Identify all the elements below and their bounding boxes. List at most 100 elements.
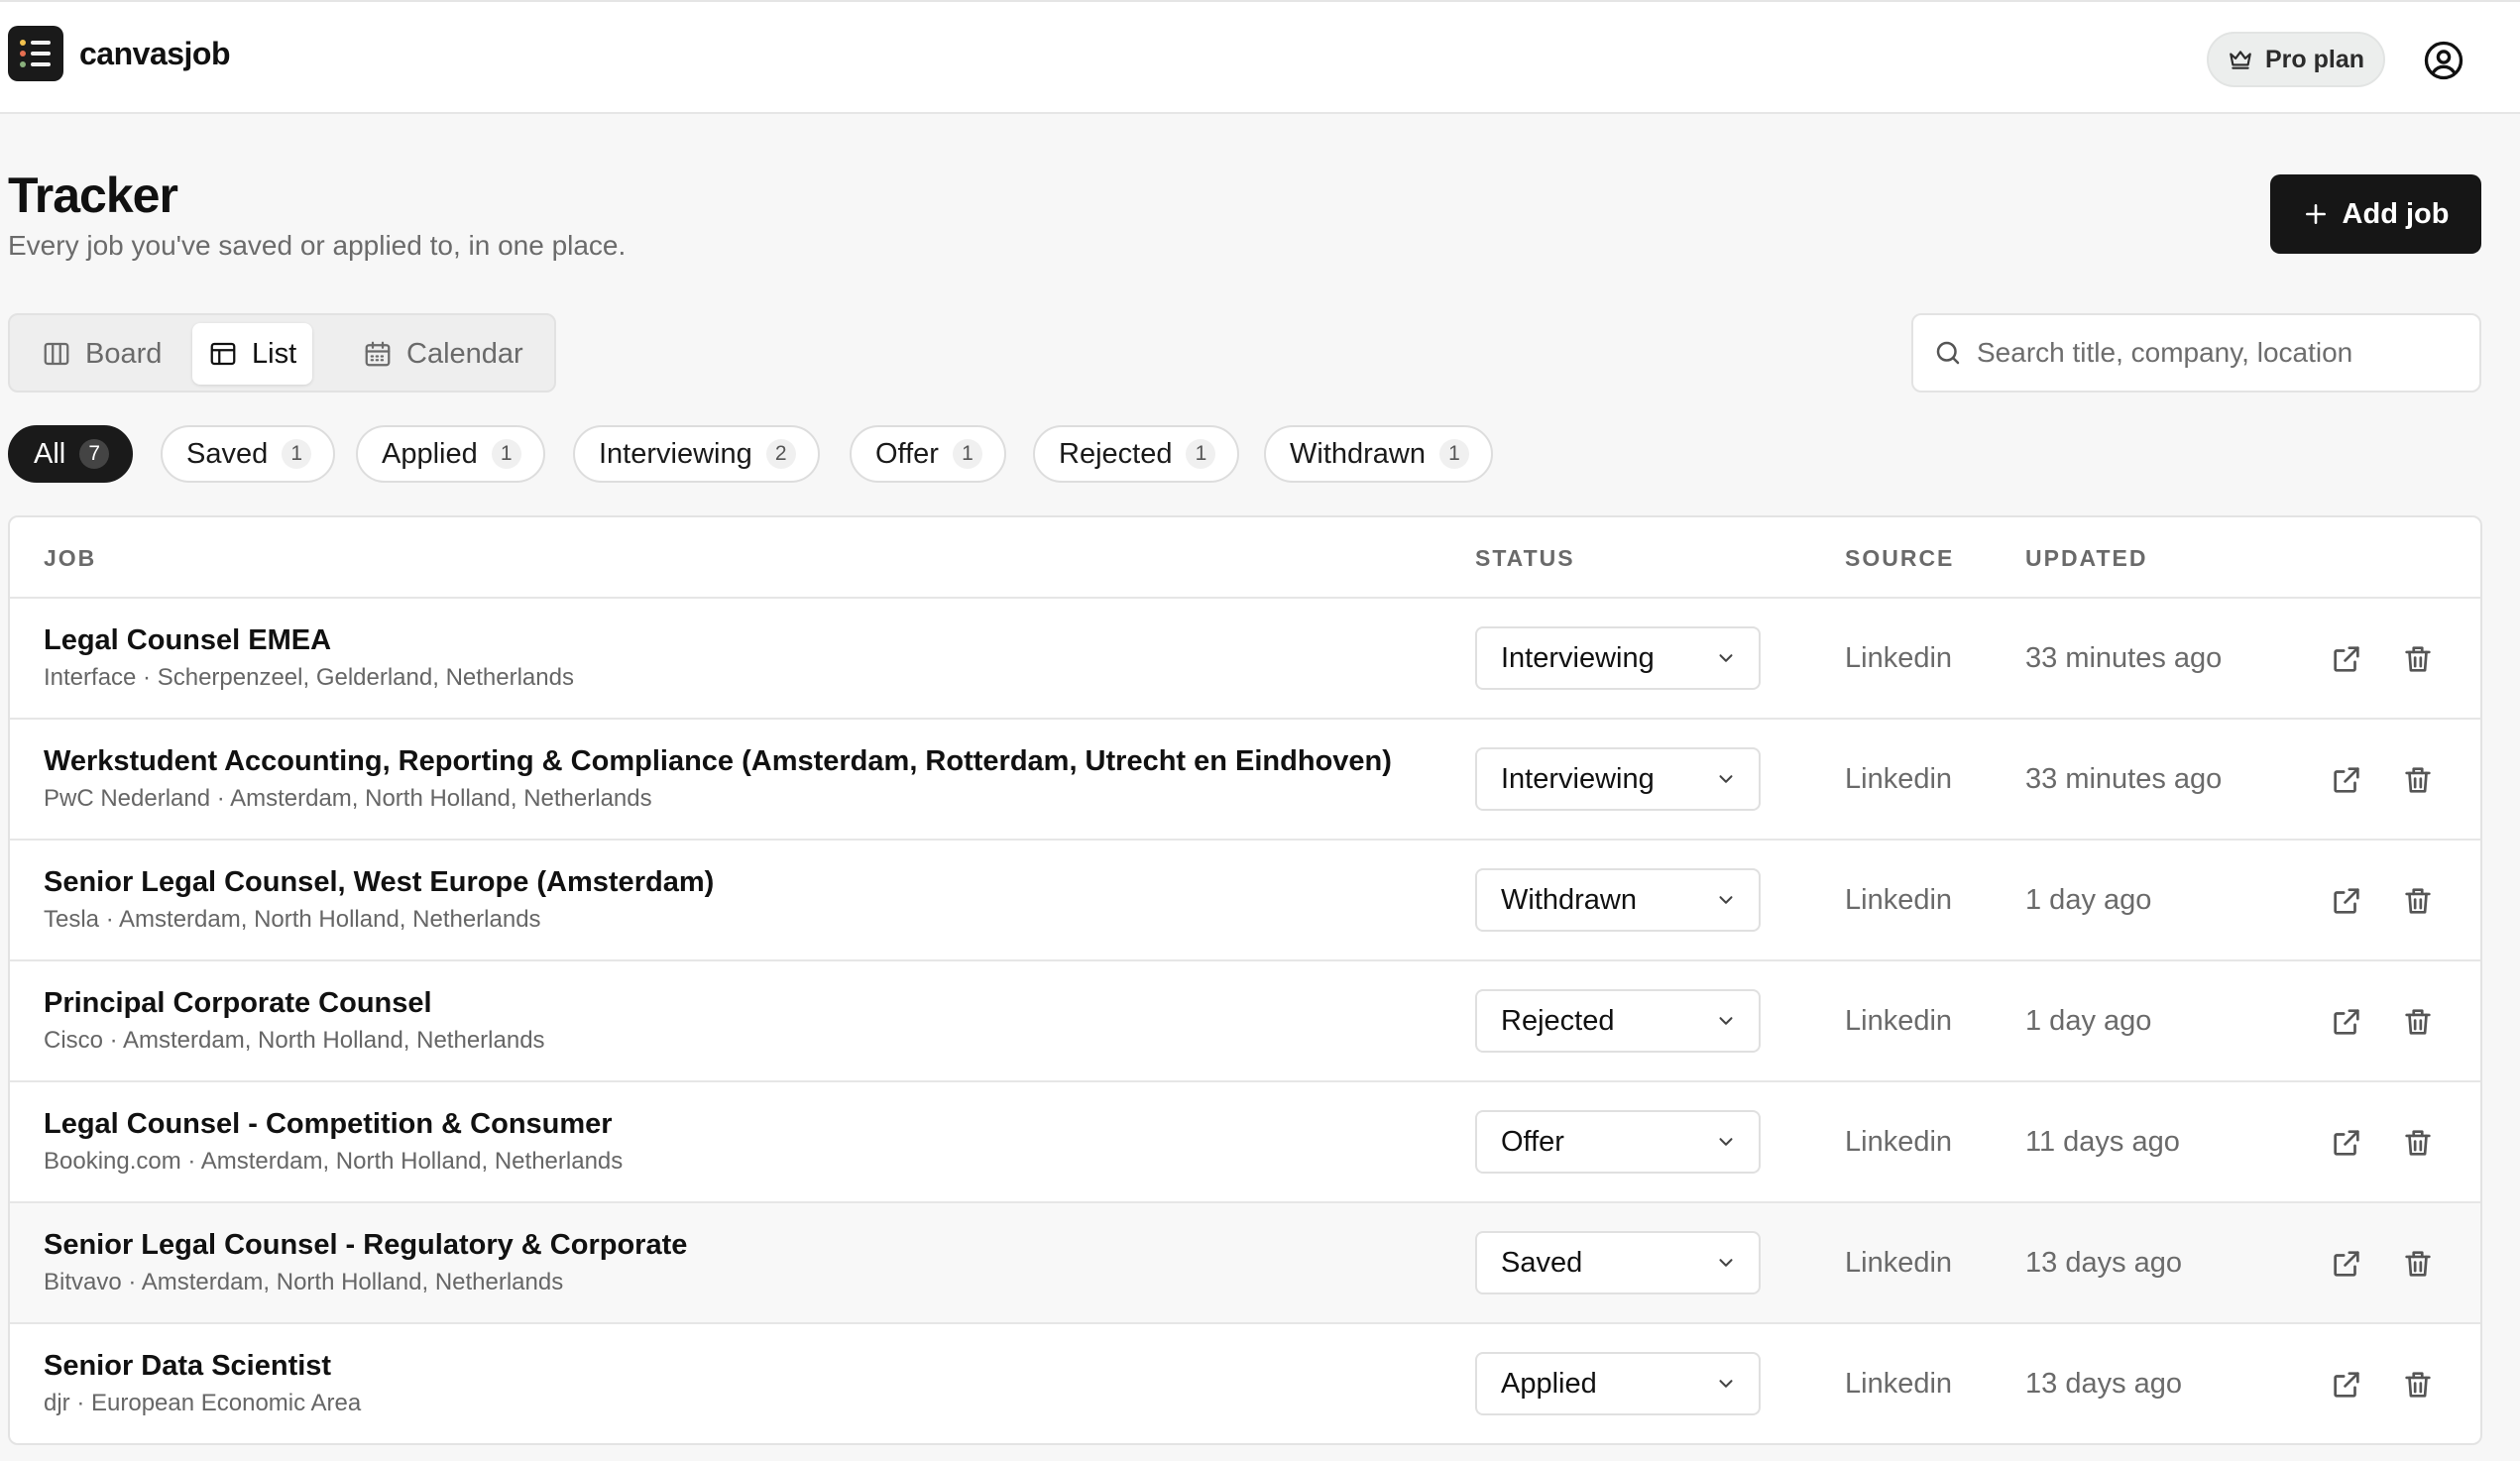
search-icon <box>1933 338 1963 368</box>
table-row[interactable]: Senior Legal Counsel, West Europe (Amste… <box>10 841 2480 961</box>
chevron-down-icon <box>1715 768 1737 790</box>
filter-chip-interviewing[interactable]: Interviewing 2 <box>573 425 820 483</box>
filter-chip-offer[interactable]: Offer 1 <box>850 425 1006 483</box>
crown-icon <box>2228 47 2253 72</box>
filter-chip-label: All <box>34 437 66 470</box>
trash-icon[interactable] <box>2401 763 2435 797</box>
external-link-icon[interactable] <box>2330 1005 2363 1039</box>
trash-icon[interactable] <box>2401 1126 2435 1160</box>
pro-plan-label: Pro plan <box>2264 45 2364 73</box>
external-link-icon[interactable] <box>2330 1368 2363 1402</box>
status-select[interactable]: Interviewing <box>1475 747 1761 811</box>
job-updated: 13 days ago <box>2025 1368 2183 1400</box>
job-title[interactable]: Werkstudent Accounting, Reporting & Comp… <box>44 745 1392 778</box>
filter-chip-count: 1 <box>491 439 521 469</box>
filter-chip-label: Saved <box>186 437 269 470</box>
filter-chip-saved[interactable]: Saved 1 <box>161 425 336 483</box>
pro-plan-button[interactable]: Pro plan <box>2207 32 2385 87</box>
job-updated: 1 day ago <box>2025 884 2152 916</box>
status-select[interactable]: Interviewing <box>1475 626 1761 690</box>
filter-chip-count: 2 <box>765 439 796 469</box>
filter-chip-rejected[interactable]: Rejected 1 <box>1033 425 1240 483</box>
status-value: Interviewing <box>1501 641 1655 674</box>
table-row[interactable]: Senior Legal Counsel - Regulatory & Corp… <box>10 1203 2480 1324</box>
plus-icon <box>2303 201 2329 227</box>
view-switcher: Board List Calendar <box>8 313 556 393</box>
trash-icon[interactable] <box>2401 1005 2435 1039</box>
chevron-down-icon <box>1715 1252 1737 1274</box>
page-subtitle: Every job you've saved or applied to, in… <box>8 230 627 261</box>
trash-icon[interactable] <box>2401 642 2435 676</box>
table-row[interactable]: Principal Corporate Counsel Cisco · Amste… <box>10 961 2480 1082</box>
external-link-icon[interactable] <box>2330 884 2363 918</box>
job-title[interactable]: Senior Legal Counsel, West Europe (Amste… <box>44 866 714 899</box>
job-title[interactable]: Senior Legal Counsel - Regulatory & Corp… <box>44 1229 687 1262</box>
account-icon[interactable] <box>2423 40 2464 81</box>
trash-icon[interactable] <box>2401 1368 2435 1402</box>
chevron-down-icon <box>1715 1373 1737 1395</box>
filter-chip-count: 7 <box>79 439 110 469</box>
status-value: Interviewing <box>1501 762 1655 795</box>
status-value: Offer <box>1501 1125 1564 1158</box>
filter-chip-count: 1 <box>1439 439 1469 469</box>
job-source: Linkedin <box>1845 763 1953 795</box>
external-link-icon[interactable] <box>2330 763 2363 797</box>
chevron-down-icon <box>1715 1131 1737 1153</box>
job-title[interactable]: Legal Counsel EMEA <box>44 624 331 657</box>
filter-chip-withdrawn[interactable]: Withdrawn 1 <box>1264 425 1493 483</box>
jobs-table: JOB STATUS SOURCE UPDATED Legal Counsel … <box>8 515 2482 1445</box>
job-updated: 33 minutes ago <box>2025 763 2223 795</box>
filter-chip-label: Withdrawn <box>1290 437 1426 470</box>
job-updated: 11 days ago <box>2025 1126 2180 1158</box>
status-select[interactable]: Rejected <box>1475 989 1761 1053</box>
job-title[interactable]: Senior Data Scientist <box>44 1350 331 1383</box>
add-job-label: Add job <box>2342 197 2450 230</box>
view-tab-board[interactable]: Board <box>26 323 177 385</box>
add-job-button[interactable]: Add job <box>2270 174 2481 254</box>
view-tab-list[interactable]: List <box>192 323 313 385</box>
list-icon <box>208 339 238 369</box>
job-source: Linkedin <box>1845 1368 1953 1400</box>
chevron-down-icon <box>1715 1010 1737 1032</box>
table-header: JOB STATUS SOURCE UPDATED <box>10 517 2480 599</box>
column-header-job: JOB <box>44 545 97 571</box>
job-company-location: PwC Nederland · Amsterdam, North Holland… <box>44 785 652 812</box>
status-select[interactable]: Saved <box>1475 1231 1761 1294</box>
external-link-icon[interactable] <box>2330 1126 2363 1160</box>
status-select[interactable]: Applied <box>1475 1352 1761 1415</box>
table-row[interactable]: Werkstudent Accounting, Reporting & Comp… <box>10 720 2480 841</box>
job-company-location: Booking.com · Amsterdam, North Holland, … <box>44 1148 624 1175</box>
external-link-icon[interactable] <box>2330 1247 2363 1281</box>
search-input[interactable] <box>1977 337 2453 369</box>
job-source: Linkedin <box>1845 1247 1953 1279</box>
filter-chip-all[interactable]: All 7 <box>8 425 134 483</box>
job-updated: 13 days ago <box>2025 1247 2183 1279</box>
filter-chip-count: 1 <box>1186 439 1216 469</box>
job-source: Linkedin <box>1845 1005 1953 1037</box>
status-select[interactable]: Offer <box>1475 1110 1761 1174</box>
view-tab-label: Calendar <box>406 337 523 370</box>
search-box <box>1911 313 2481 393</box>
app-logo[interactable] <box>8 26 63 81</box>
table-row[interactable]: Senior Data Scientist djr · European Econ… <box>10 1324 2480 1443</box>
table-row[interactable]: Legal Counsel - Competition & Consumer Bo… <box>10 1082 2480 1203</box>
table-row[interactable]: Legal Counsel EMEA Interface · Scherpenze… <box>10 599 2480 720</box>
filter-chip-applied[interactable]: Applied 1 <box>356 425 545 483</box>
column-header-status: STATUS <box>1475 545 1575 571</box>
job-company-location: Cisco · Amsterdam, North Holland, Nether… <box>44 1027 545 1054</box>
column-header-source: SOURCE <box>1845 545 1955 571</box>
external-link-icon[interactable] <box>2330 642 2363 676</box>
trash-icon[interactable] <box>2401 884 2435 918</box>
column-header-updated: UPDATED <box>2025 545 2148 571</box>
job-source: Linkedin <box>1845 1126 1953 1158</box>
filter-chip-label: Rejected <box>1059 437 1173 470</box>
top-bar: canvasjob Pro plan <box>0 0 2520 114</box>
view-tab-calendar[interactable]: Calendar <box>347 323 539 385</box>
job-title[interactable]: Principal Corporate Counsel <box>44 987 432 1020</box>
filter-chip-label: Applied <box>382 437 478 470</box>
status-value: Saved <box>1501 1246 1583 1279</box>
trash-icon[interactable] <box>2401 1247 2435 1281</box>
status-select[interactable]: Withdrawn <box>1475 868 1761 932</box>
job-company-location: Tesla · Amsterdam, North Holland, Nether… <box>44 906 541 933</box>
job-title[interactable]: Legal Counsel - Competition & Consumer <box>44 1108 613 1141</box>
